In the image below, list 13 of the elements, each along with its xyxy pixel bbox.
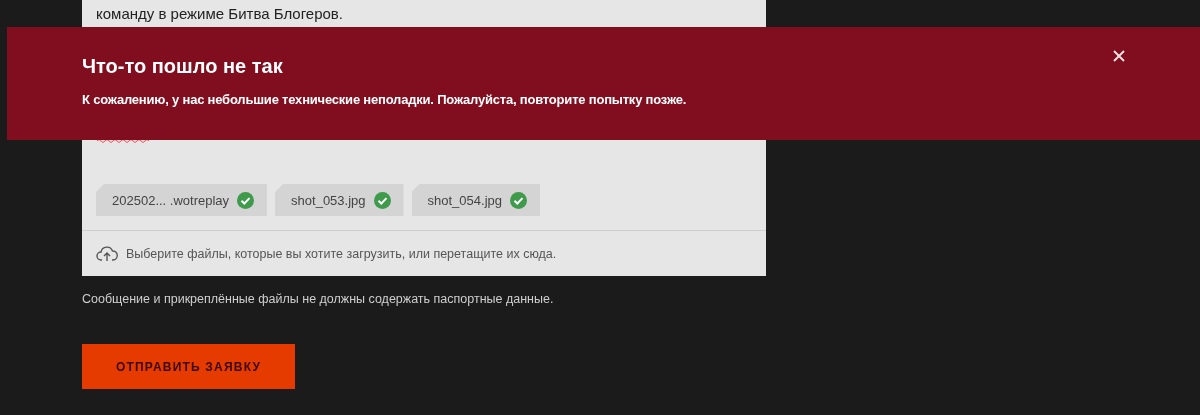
spellcheck-underline [97,138,149,144]
close-icon[interactable] [1113,50,1125,62]
message-text: команду в режиме Битва Блогеров. [96,5,343,22]
file-chip: shot_054.jpg [411,184,540,216]
upload-dropzone[interactable]: Выберите файлы, которые вы хотите загрузить, или перетащите их сюда. [82,230,766,276]
error-message: К сожалению, у нас небольшие технические неполадки. Пожалуйста, повторите попытку позже. [82,92,687,107]
file-chip: 202502... .wotreplay [96,184,268,216]
notice-text: Сообщение и прикреплённые файлы не должны содержать паспортные данные. [82,292,555,306]
submit-button[interactable]: ОТПРАВИТЬ ЗАЯВКУ [82,344,295,389]
cloud-upload-icon [96,245,118,262]
upload-hint: Выберите файлы, которые вы хотите загрузить, или перетащите их сюда. [126,246,557,261]
error-title: Что-то пошло не так [82,55,283,78]
file-chip: shot_053.jpg [275,184,404,216]
